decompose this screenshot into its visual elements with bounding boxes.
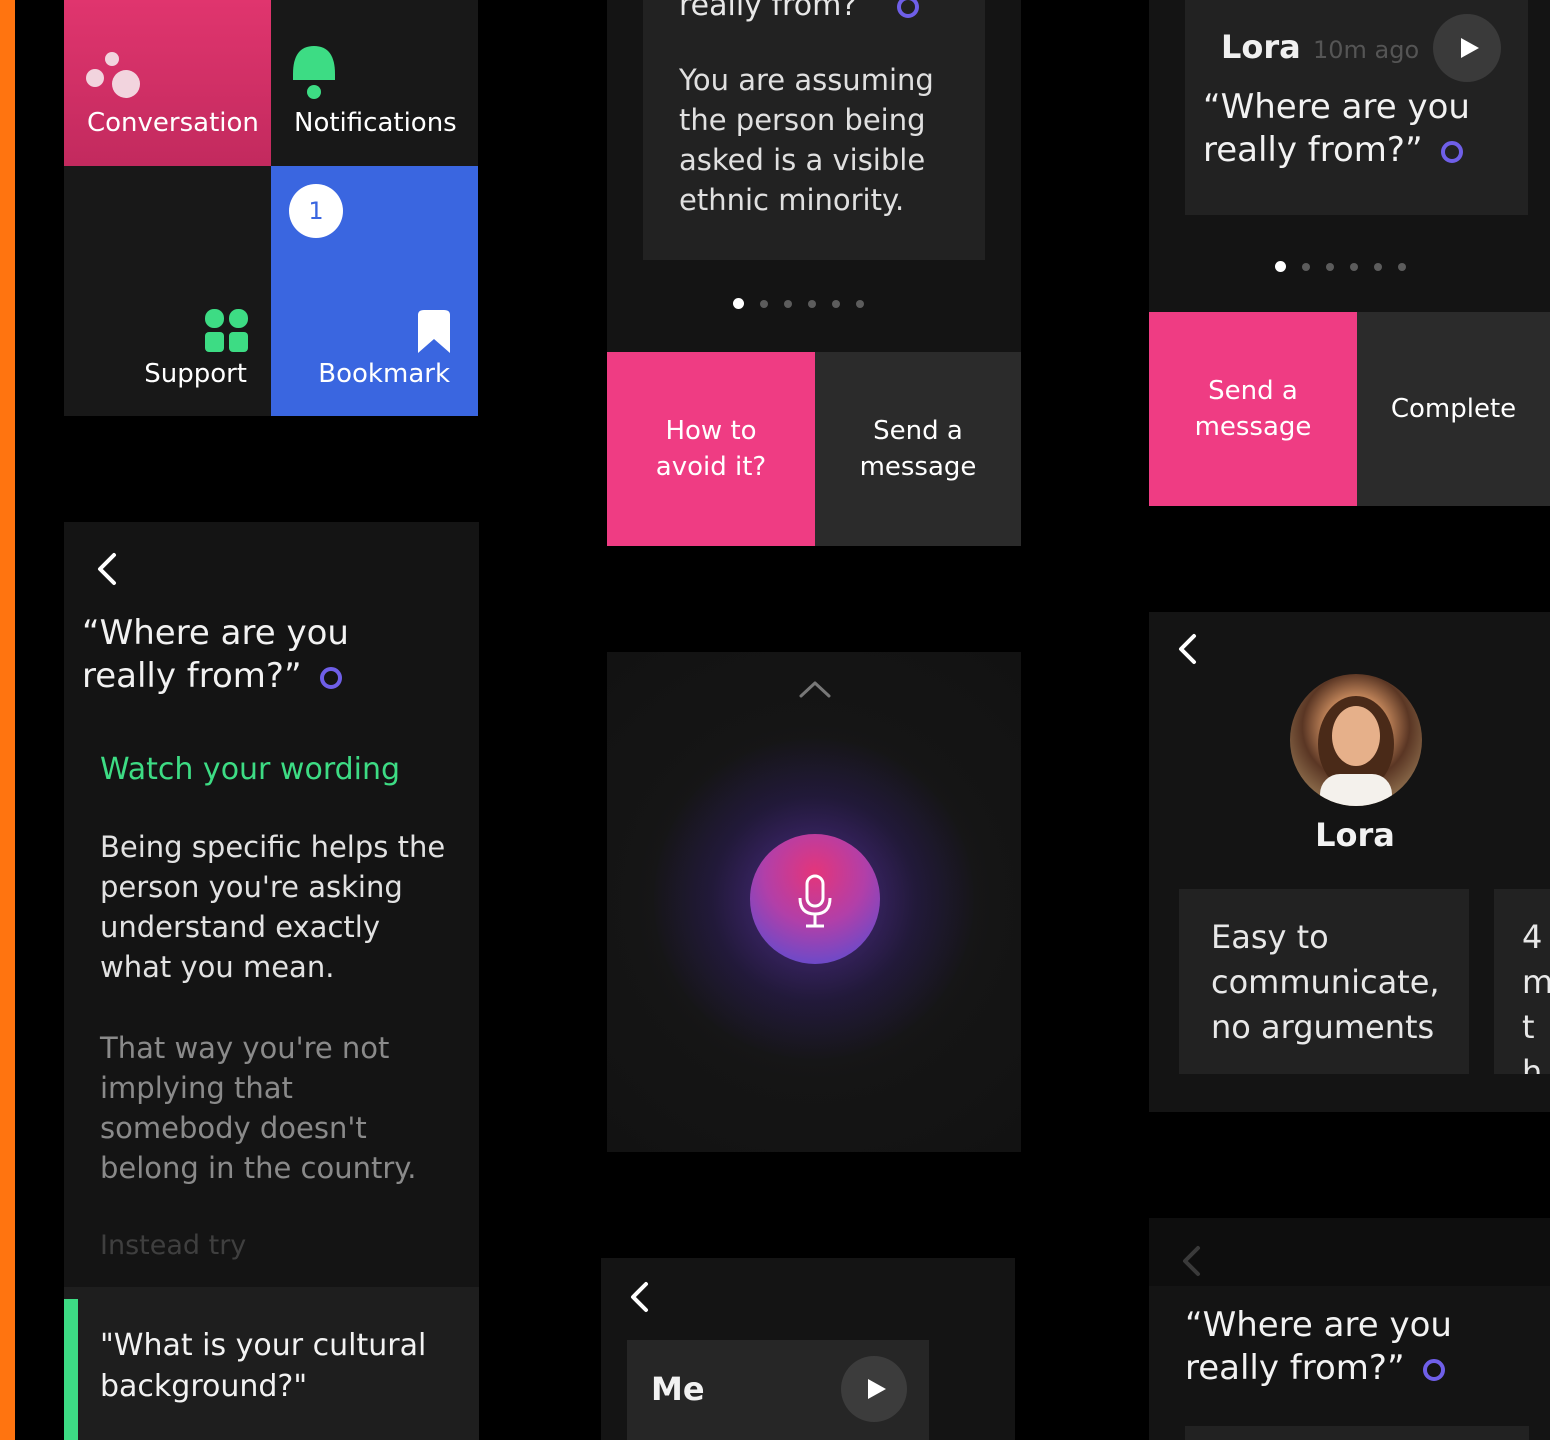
section-heading: Watch your wording — [100, 752, 401, 787]
review-card[interactable]: 4 m th — [1494, 889, 1550, 1074]
pager-dot[interactable] — [808, 299, 816, 308]
conversation-icon — [86, 52, 140, 98]
pager-dot[interactable] — [856, 299, 864, 308]
pager-dot[interactable] — [733, 298, 744, 309]
question-fragment: really from?” — [679, 0, 919, 24]
notification-badge: 1 — [289, 184, 343, 238]
question-ring-icon — [896, 0, 919, 18]
back-arrow-icon[interactable] — [94, 552, 120, 586]
timestamp: 10m ago — [1313, 36, 1420, 64]
review-card[interactable]: Easy to communicate, no arguments — [1179, 889, 1469, 1074]
voice-screen — [607, 652, 1021, 1152]
tile-support[interactable]: Support — [64, 166, 271, 416]
question-text: “Where are you really from?” — [1203, 87, 1470, 170]
pager-dot[interactable] — [760, 299, 768, 308]
pager-dot[interactable] — [1275, 261, 1286, 272]
paragraph-1: Being specific helps the person you're a… — [100, 830, 446, 984]
avatar[interactable] — [1290, 674, 1422, 806]
play-button[interactable] — [1433, 14, 1501, 82]
me-message-card[interactable]: Me — [627, 1340, 929, 1440]
pager-dot[interactable] — [1350, 262, 1358, 271]
explanation-text: You are assuming the person being asked … — [679, 63, 934, 217]
microphone-button[interactable] — [750, 834, 880, 964]
how-to-avoid-button[interactable]: How to avoid it? — [607, 352, 815, 546]
explanation-screen: really from?” You are assuming the perso… — [607, 0, 1021, 352]
question-text: “Where are you really from?” — [1185, 1305, 1452, 1388]
back-arrow-icon[interactable] — [1179, 1244, 1203, 1278]
chevron-up-icon[interactable] — [798, 678, 832, 700]
tile-label: Bookmark — [318, 359, 450, 389]
pager-dot[interactable] — [1326, 262, 1334, 271]
suggestion-accent-bar — [64, 1299, 78, 1440]
detail-screen: “Where are you really from?” Watch your … — [64, 522, 479, 1440]
question-ring-icon — [319, 666, 342, 689]
question-screen: “Where are you really from?” — [1149, 1218, 1550, 1440]
lora-message-card: Lora 10m ago “Where are you really from?… — [1185, 0, 1528, 215]
instead-try-label: Instead try — [100, 1230, 247, 1261]
question-ring-icon — [1422, 1358, 1445, 1381]
microphone-icon — [798, 874, 832, 928]
tile-bookmark[interactable]: 1 Bookmark — [271, 166, 478, 416]
pager-dots[interactable] — [733, 298, 864, 309]
play-button[interactable] — [841, 1356, 907, 1422]
play-icon — [1460, 38, 1479, 58]
tile-conversation[interactable]: Conversation — [64, 0, 271, 166]
sender-name: Lora — [1221, 28, 1301, 66]
pager-dot[interactable] — [1374, 262, 1382, 271]
tile-label: Conversation — [87, 108, 259, 138]
review-text: Easy to communicate, no arguments — [1211, 918, 1440, 1046]
complete-button[interactable]: Complete — [1357, 312, 1550, 506]
suggestion-text: "What is your cultural background?" — [100, 1328, 427, 1404]
question-panel: “Where are you really from?” — [1149, 1286, 1550, 1440]
send-message-button[interactable]: Send a message — [815, 352, 1021, 546]
send-message-button[interactable]: Send a message — [1149, 312, 1357, 506]
pager-dot[interactable] — [832, 299, 840, 308]
tile-notifications[interactable]: Notifications — [271, 0, 478, 166]
paragraph-2: That way you're not implying that somebo… — [100, 1031, 417, 1185]
review-text: 4 m th — [1522, 918, 1550, 1074]
support-icon — [205, 309, 248, 352]
pager-dot[interactable] — [1398, 262, 1406, 271]
message-screen: Me — [601, 1258, 1015, 1440]
suggestion-card[interactable]: "What is your cultural background?" — [64, 1287, 479, 1440]
pager-dot[interactable] — [1302, 262, 1310, 271]
pager-dots[interactable] — [1275, 261, 1406, 272]
sender-name: Me — [651, 1370, 705, 1408]
play-icon — [867, 1379, 886, 1399]
back-arrow-icon[interactable] — [1175, 632, 1199, 666]
card-edge — [1185, 1426, 1529, 1440]
orange-edge-stripe — [0, 0, 15, 1440]
profile-name: Lora — [1315, 816, 1395, 854]
question-title: “Where are you really from?” — [82, 613, 349, 696]
back-arrow-icon[interactable] — [627, 1280, 651, 1314]
bell-icon — [293, 46, 335, 99]
profile-screen: Lora Easy to communicate, no arguments 4… — [1149, 612, 1550, 1112]
pager-dot[interactable] — [784, 299, 792, 308]
tile-label: Notifications — [294, 108, 457, 138]
avatar-portrait — [1318, 696, 1394, 806]
explanation-card: really from?” You are assuming the perso… — [643, 0, 985, 260]
bookmark-icon — [418, 310, 450, 353]
tile-label: Support — [144, 359, 247, 389]
question-ring-icon — [1440, 140, 1463, 163]
lora-message-screen: Lora 10m ago “Where are you really from?… — [1149, 0, 1550, 312]
